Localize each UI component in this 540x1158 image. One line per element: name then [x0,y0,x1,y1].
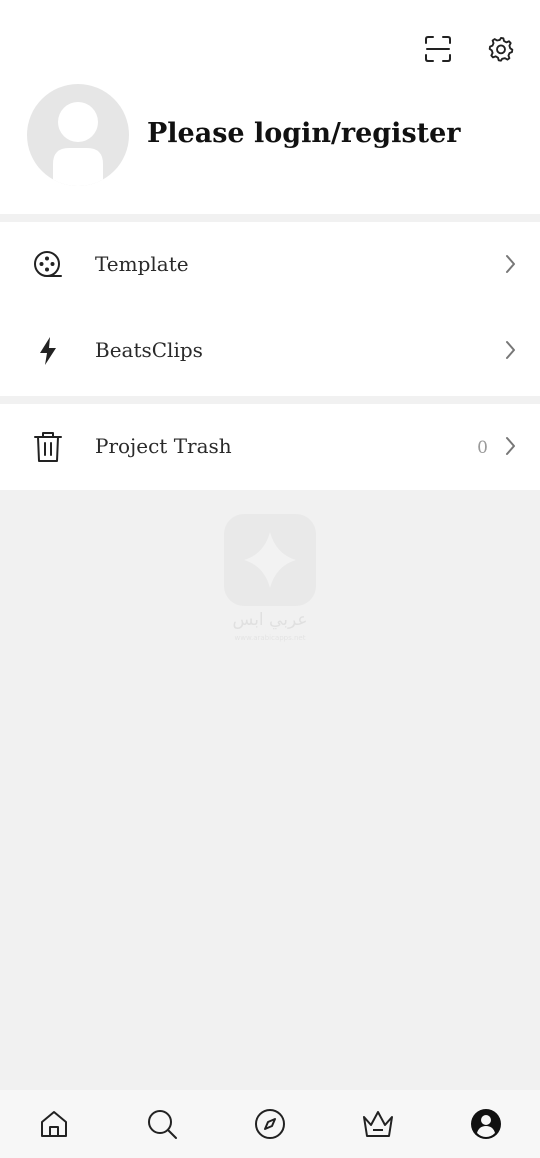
menu-item-label: BeatsClips [95,338,203,362]
avatar[interactable] [27,84,129,186]
compass-icon[interactable] [252,1106,288,1142]
search-icon[interactable] [144,1106,180,1142]
menu-item-template[interactable]: Template [0,222,540,308]
watermark-subtext: www.arabicapps.net [234,634,306,642]
menu-group-primary: Template BeatsClips [0,222,540,396]
login-register-link[interactable]: Please login/register [147,118,461,149]
menu-item-label: Template [95,252,189,276]
trash-icon [31,430,65,464]
watermark-logo [224,514,316,606]
gear-icon[interactable] [481,29,521,69]
profile-icon[interactable] [468,1106,504,1142]
menu-group-secondary: Project Trash 0 [0,404,540,490]
trash-count: 0 [477,438,488,458]
watermark-text: عربي ابس [232,610,308,630]
crown-icon[interactable] [360,1106,396,1142]
chevron-right-icon [502,252,518,276]
home-icon[interactable] [36,1106,72,1142]
chevron-right-icon [502,434,518,458]
menu-item-project-trash[interactable]: Project Trash 0 [0,404,540,490]
profile-header: Please login/register [0,0,540,214]
menu-item-beatsclips[interactable]: BeatsClips [0,308,540,394]
scan-icon[interactable] [418,29,458,69]
lightning-icon [31,334,65,368]
film-reel-icon [31,248,65,282]
bottom-nav [0,1090,540,1158]
watermark: عربي ابس www.arabicapps.net [222,514,318,646]
chevron-right-icon [502,338,518,362]
menu-item-label: Project Trash [95,434,232,458]
